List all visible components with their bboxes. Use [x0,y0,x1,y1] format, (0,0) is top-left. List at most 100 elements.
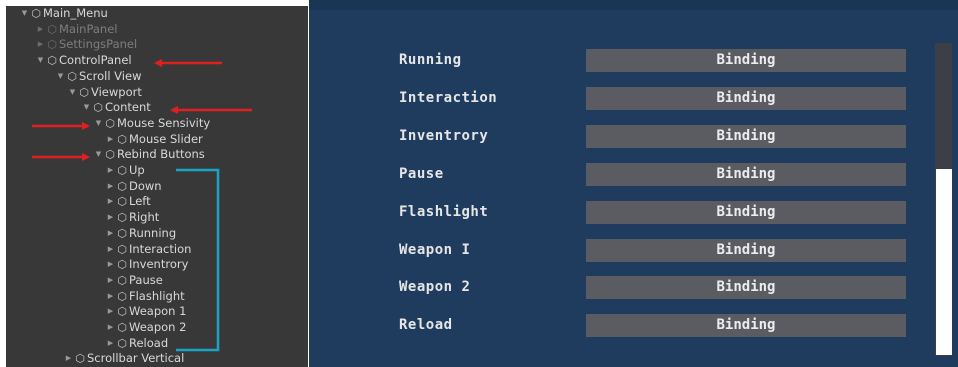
binding-button[interactable]: Binding [586,86,906,110]
hierarchy-item[interactable]: ▶ ⬡ Scrollbar Vertical [6,351,308,367]
hierarchy-item[interactable]: ▶ ⬡ Inventrory [6,257,308,273]
hierarchy-item[interactable]: ▼ ⬡ Rebind Buttons [6,147,308,163]
binding-button[interactable]: Binding [586,276,906,300]
hierarchy-item-label: Interaction [129,241,192,256]
cube-icon: ⬡ [75,352,85,366]
expand-arrow-icon[interactable]: ▶ [106,257,115,273]
cube-icon: ⬡ [47,22,57,36]
hierarchy-item-label: Weapon 1 [129,304,187,319]
hierarchy-item[interactable]: ▶ ⬡ Flashlight [6,289,308,305]
binding-button[interactable]: Binding [586,49,906,72]
cube-icon: ⬡ [117,164,127,177]
cube-icon: ⬡ [117,195,127,209]
hierarchy-item[interactable]: ▼ ⬡ Scroll View [6,69,308,85]
hierarchy-item[interactable]: ▶ ⬡ Running [6,226,308,242]
hierarchy-item-label: Mouse Slider [129,131,203,146]
hierarchy-item[interactable]: ▶ ⬡ Weapon 1 [6,304,308,320]
hierarchy-item-label: Reload [129,335,169,350]
hierarchy-item-label: Scroll View [79,68,142,83]
hierarchy-item-label: Left [129,194,151,209]
hierarchy-item[interactable]: ▶ ⬡ Pause [6,273,308,289]
hierarchy-item[interactable]: ▶ ⬡ SettingsPanel [6,37,308,53]
hierarchy-item[interactable]: ▼ ⬡ Mouse Sensivity [6,116,308,132]
cube-icon: ⬡ [117,336,127,350]
hierarchy-item[interactable]: ▶ ⬡ Up [6,163,308,179]
hierarchy-item[interactable]: ▶ ⬡ Down [6,179,308,195]
game-view: Running Binding Interaction Binding Inventro… [309,0,958,367]
binding-button[interactable]: Binding [586,238,906,262]
cube-icon: ⬡ [117,321,127,334]
game-view-top-strip [309,0,958,10]
binding-button[interactable]: Binding [586,200,906,224]
hierarchy-item-label: Weapon 2 [129,320,187,334]
binding-label: Weapon I [399,241,471,258]
cube-icon: ⬡ [117,305,127,319]
cube-icon: ⬡ [105,148,115,162]
cube-icon: ⬡ [31,7,41,20]
hierarchy-item[interactable]: ▼ ⬡ Content [6,100,308,116]
binding-button[interactable]: Binding [586,162,906,186]
cube-icon: ⬡ [117,242,127,256]
hierarchy-item-label: Rebind Buttons [117,147,205,162]
expand-arrow-icon[interactable]: ▼ [20,6,29,22]
hierarchy-item[interactable]: ▶ ⬡ Right [6,210,308,226]
cube-icon: ⬡ [117,273,127,287]
binding-label: Running [399,52,462,68]
expand-arrow-icon[interactable]: ▶ [106,304,115,320]
cube-icon: ⬡ [117,211,127,225]
hierarchy-item[interactable]: ▶ ⬡ MainPanel [6,22,308,38]
hierarchy-item-label: ControlPanel [59,53,132,68]
hierarchy-item[interactable]: ▶ ⬡ Left [6,194,308,210]
hierarchy-item-label: Pause [129,272,163,287]
binding-label: Interaction [399,89,498,106]
expand-arrow-icon[interactable]: ▶ [36,37,45,53]
hierarchy-item[interactable]: ▶ ⬡ Reload [6,336,308,352]
expand-arrow-icon[interactable]: ▶ [106,132,115,148]
hierarchy-item[interactable]: ▼ ⬡ Viewport [6,85,308,101]
hierarchy-item[interactable]: ▶ ⬡ Mouse Slider [6,132,308,148]
cube-icon: ⬡ [117,289,127,303]
expand-arrow-icon[interactable]: ▶ [106,210,115,226]
binding-label: Inventrory [399,127,489,144]
expand-arrow-icon[interactable]: ▼ [94,116,103,132]
expand-arrow-icon[interactable]: ▶ [106,163,115,179]
expand-arrow-icon[interactable]: ▶ [106,242,115,258]
hierarchy-item-label: Main_Menu [43,6,108,20]
hierarchy-item-label: Down [129,178,162,193]
hierarchy-item[interactable]: ▼ ⬡ Main_Menu [6,6,308,22]
binding-label: Reload [399,317,453,334]
hierarchy-item-label: Viewport [91,84,142,99]
cube-icon: ⬡ [47,38,57,52]
binding-label: Pause [399,165,444,182]
expand-arrow-icon[interactable]: ▼ [82,100,91,116]
hierarchy-item[interactable]: ▶ ⬡ Weapon 2 [6,320,308,336]
expand-arrow-icon[interactable]: ▶ [106,179,115,195]
cube-icon: ⬡ [117,258,127,272]
binding-button[interactable]: Binding [586,314,906,338]
cube-icon: ⬡ [47,54,57,68]
expand-arrow-icon[interactable]: ▼ [68,85,77,101]
hierarchy-item-label: Content [105,100,151,115]
expand-arrow-icon[interactable]: ▶ [106,273,115,289]
expand-arrow-icon[interactable]: ▼ [94,147,103,163]
hierarchy-item-label: Right [129,210,160,225]
hierarchy-item-label: Inventrory [129,257,189,272]
hierarchy-item[interactable]: ▼ ⬡ ControlPanel [6,53,308,69]
hierarchy-item-label: SettingsPanel [59,37,138,52]
expand-arrow-icon[interactable]: ▶ [106,336,115,352]
expand-arrow-icon[interactable]: ▶ [106,194,115,210]
expand-arrow-icon[interactable]: ▶ [106,289,115,305]
expand-arrow-icon[interactable]: ▶ [64,351,73,367]
cube-icon: ⬡ [79,85,89,99]
expand-arrow-icon[interactable]: ▶ [106,226,115,242]
cube-icon: ⬡ [67,69,77,83]
hierarchy-item[interactable]: ▶ ⬡ Interaction [6,242,308,258]
cube-icon: ⬡ [93,101,103,115]
expand-arrow-icon[interactable]: ▼ [56,69,65,85]
scrollbar-handle[interactable] [936,169,952,355]
binding-button[interactable]: Binding [586,124,906,148]
expand-arrow-icon[interactable]: ▼ [36,53,45,69]
expand-arrow-icon[interactable]: ▶ [36,22,45,38]
expand-arrow-icon[interactable]: ▶ [106,320,115,336]
hierarchy-item-label: Mouse Sensivity [117,115,211,130]
